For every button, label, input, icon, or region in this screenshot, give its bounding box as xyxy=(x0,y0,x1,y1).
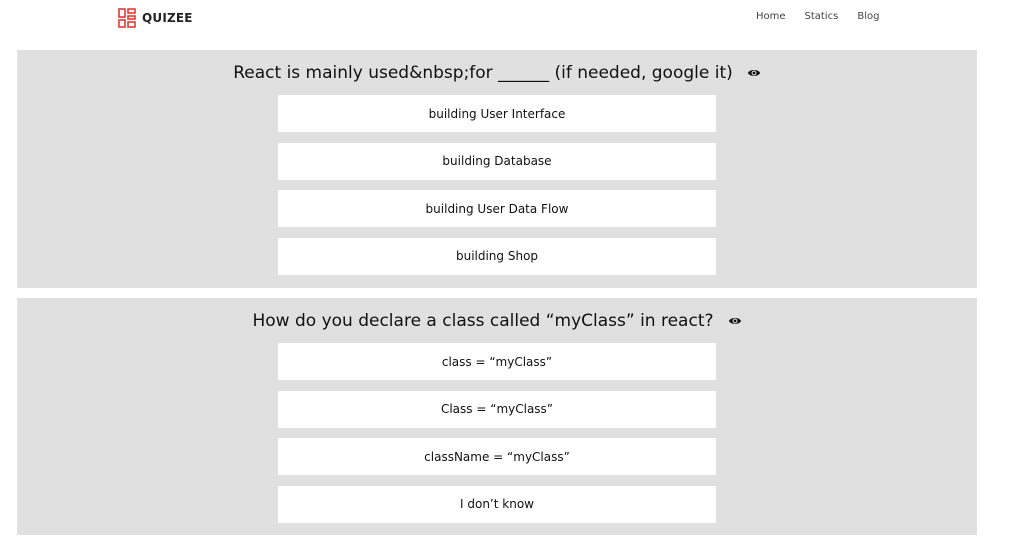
answer-option[interactable]: building Database xyxy=(278,142,716,180)
question-header: How do you declare a class called “myCla… xyxy=(17,311,977,331)
answer-options: building User Interface building Databas… xyxy=(278,95,716,285)
quiz-logo-icon xyxy=(118,8,136,28)
nav-link-home[interactable]: Home xyxy=(756,11,786,22)
answer-option[interactable]: Class = “myClass” xyxy=(278,390,716,428)
answer-option[interactable]: I don’t know xyxy=(278,485,716,523)
question-card: How do you declare a class called “myCla… xyxy=(17,298,977,535)
brand-logo[interactable]: QUIZEE xyxy=(118,8,193,28)
answer-options: class = “myClass” Class = “myClass” clas… xyxy=(278,343,716,533)
navbar: QUIZEE Home Statics Blog xyxy=(0,0,1011,36)
question-text: How do you declare a class called “myCla… xyxy=(252,311,714,331)
answer-option[interactable]: className = “myClass” xyxy=(278,438,716,475)
eye-icon[interactable] xyxy=(728,314,742,328)
nav-link-blog[interactable]: Blog xyxy=(857,11,879,22)
question-header: React is mainly used&nbsp;for ______ (if… xyxy=(17,63,977,83)
answer-option[interactable]: building User Interface xyxy=(278,95,716,132)
question-card: React is mainly used&nbsp;for ______ (if… xyxy=(17,50,977,288)
eye-icon[interactable] xyxy=(747,66,761,80)
answer-option[interactable]: building Shop xyxy=(278,237,716,275)
answer-option[interactable]: class = “myClass” xyxy=(278,343,716,380)
nav-link-statics[interactable]: Statics xyxy=(805,11,839,22)
question-text: React is mainly used&nbsp;for ______ (if… xyxy=(233,63,733,83)
answer-option[interactable]: building User Data Flow xyxy=(278,190,716,227)
nav-links: Home Statics Blog xyxy=(756,11,898,22)
brand-name: QUIZEE xyxy=(142,11,193,25)
